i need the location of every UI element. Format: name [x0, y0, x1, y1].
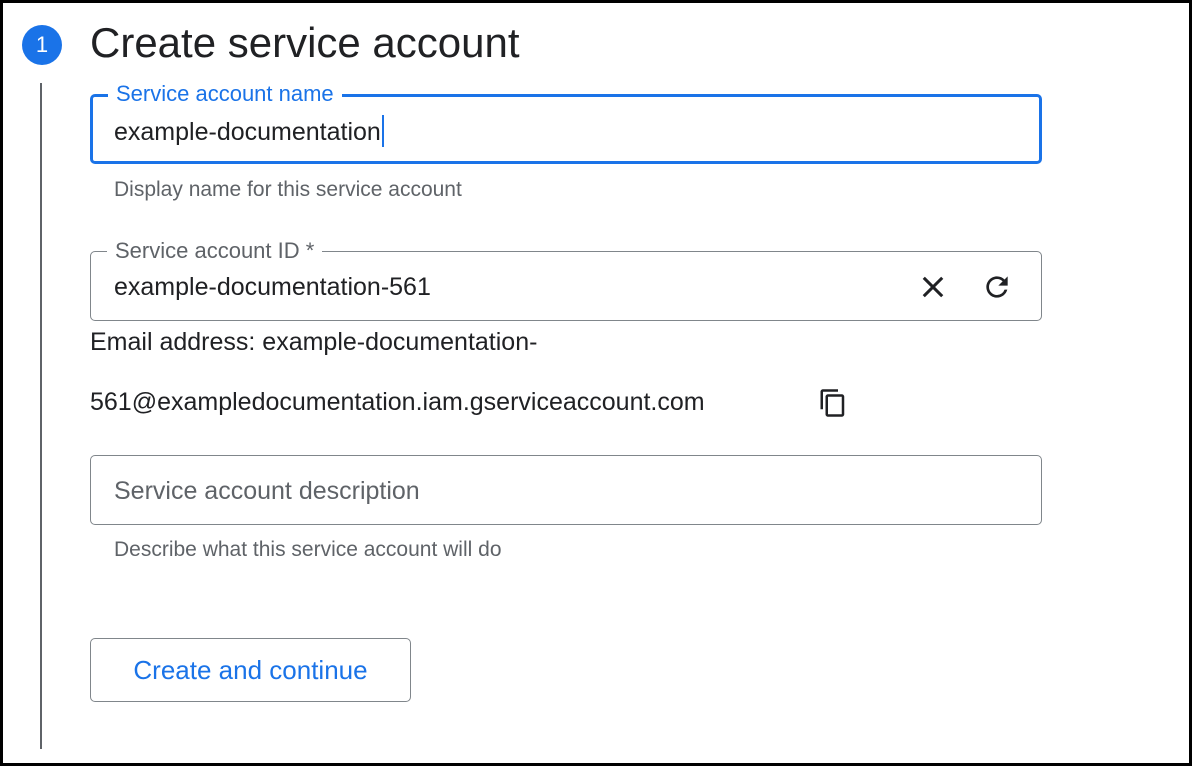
page-title: Create service account: [90, 19, 520, 66]
email-address-line-2: 561@exampledocumentation.iam.gserviceacc…: [90, 388, 705, 416]
step-number-badge: 1: [22, 25, 62, 65]
create-and-continue-label: Create and continue: [133, 654, 368, 685]
close-icon[interactable]: [913, 267, 953, 307]
step-connector-line: [40, 83, 42, 749]
email-address-line-1: Email address: example-documentation-: [90, 328, 538, 356]
service-account-description-field[interactable]: Service account description: [90, 455, 1042, 525]
service-account-id-input[interactable]: example-documentation-561: [114, 272, 431, 302]
service-account-name-field[interactable]: Service account name example-documentati…: [90, 81, 1042, 164]
create-and-continue-button[interactable]: Create and continue: [90, 638, 411, 702]
service-account-name-label: Service account name: [108, 81, 342, 107]
service-account-name-value: example-documentation: [114, 118, 381, 146]
service-account-id-label: Service account ID *: [107, 238, 323, 264]
copy-icon[interactable]: [813, 383, 853, 423]
step-number: 1: [35, 32, 49, 57]
service-account-description-input[interactable]: Service account description: [114, 476, 420, 506]
service-account-name-hint: Display name for this service account: [114, 178, 462, 201]
service-account-description-hint: Describe what this service account will …: [114, 538, 502, 561]
service-account-name-input[interactable]: example-documentation: [114, 115, 384, 147]
text-caret: [381, 115, 384, 147]
service-account-id-field[interactable]: Service account ID * example-documentati…: [90, 238, 1042, 321]
refresh-icon[interactable]: [977, 267, 1017, 307]
service-account-id-value: example-documentation-561: [114, 273, 431, 301]
